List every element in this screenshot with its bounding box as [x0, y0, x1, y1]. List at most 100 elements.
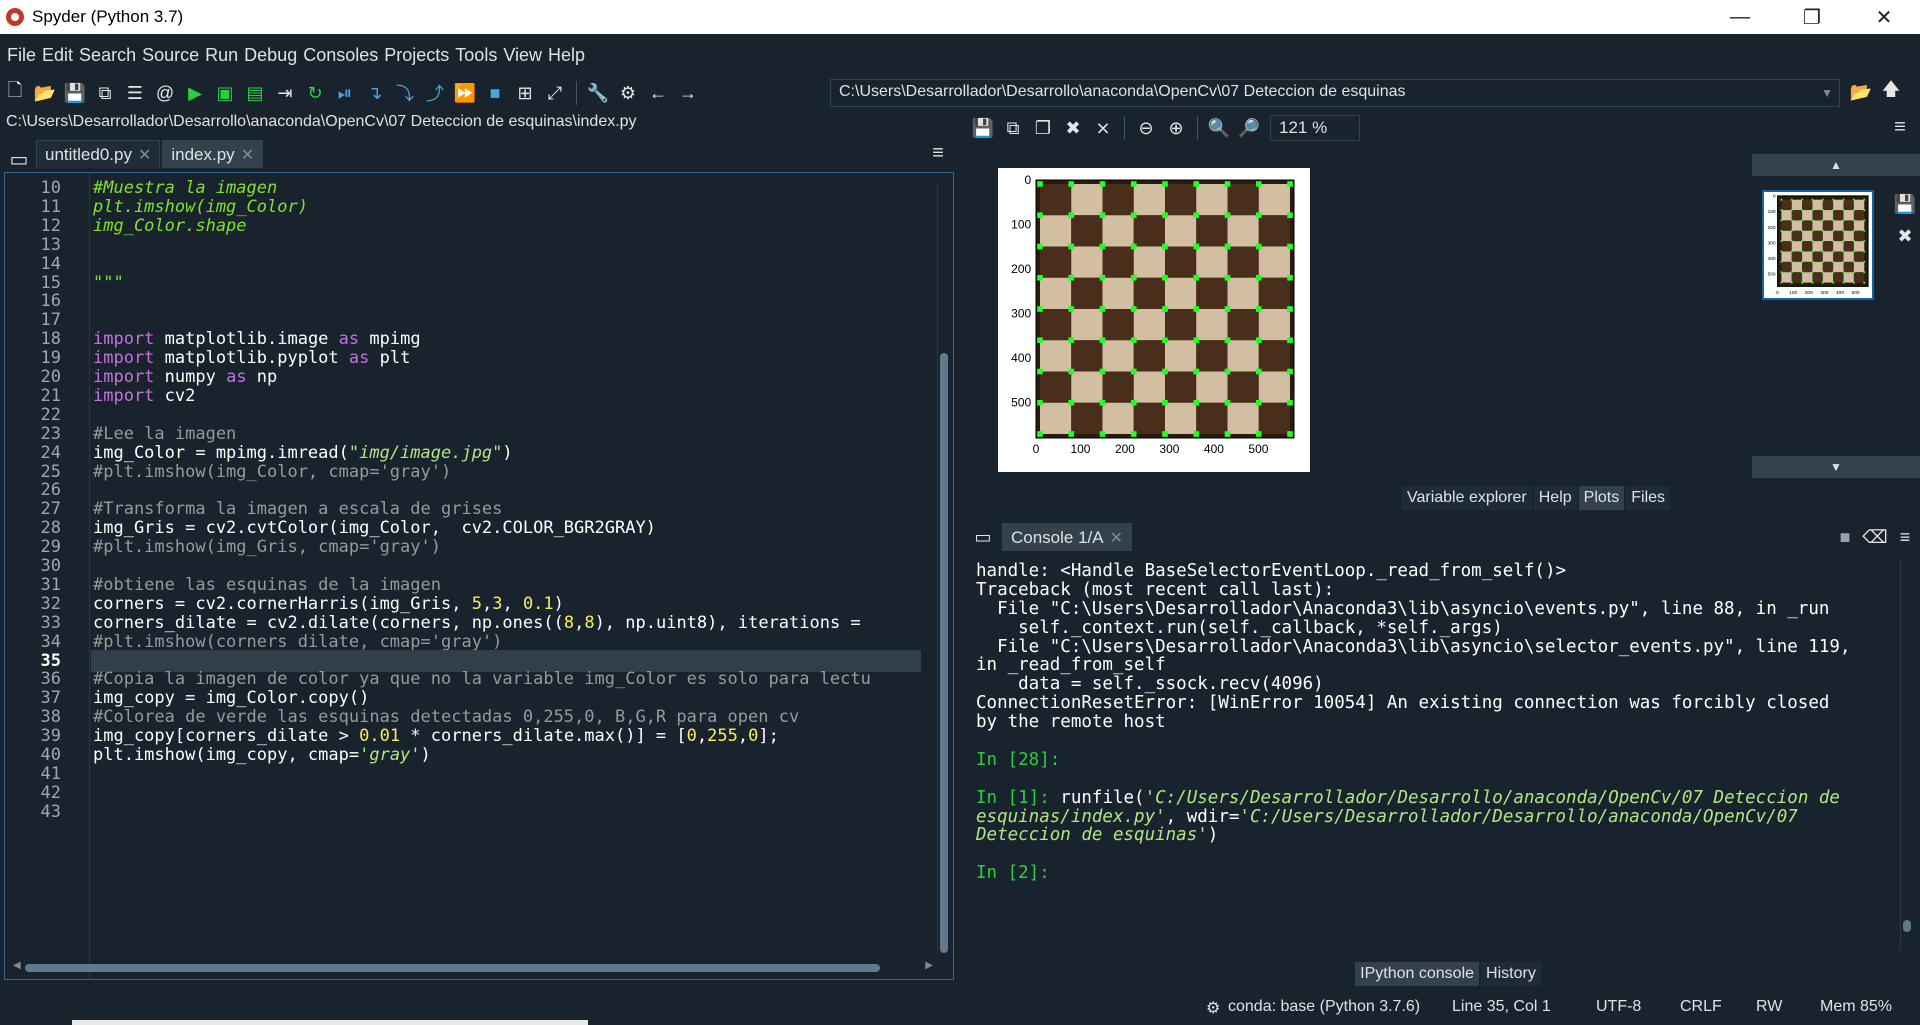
new-file-icon[interactable]: 🗋 — [0, 79, 30, 107]
scroll-down-icon[interactable]: ▼ — [1752, 456, 1920, 478]
run-cell-advance-icon[interactable]: ▤ — [240, 79, 270, 107]
save-all-icon[interactable]: ⧉ — [90, 79, 120, 107]
forward-icon[interactable]: → — [673, 79, 703, 107]
browse-tabs-icon[interactable]: ▭ — [968, 523, 998, 551]
editor-vertical-scrollbar[interactable] — [937, 183, 949, 953]
close-tab-icon[interactable]: ✕ — [138, 145, 151, 165]
code-line[interactable]: import cv2 — [93, 386, 195, 406]
save-thumbnail-icon[interactable]: 💾 — [1890, 190, 1920, 218]
code-line[interactable]: #Colorea de verde las esquinas detectada… — [93, 707, 799, 727]
menu-tools[interactable]: Tools — [455, 45, 497, 66]
previous-plot-icon[interactable]: ⊖ — [1131, 114, 1161, 142]
menu-projects[interactable]: Projects — [384, 45, 449, 66]
menu-source[interactable]: Source — [142, 45, 199, 66]
console-output[interactable]: handle: <Handle BaseSelectorEventLoop._r… — [976, 560, 1896, 950]
code-line[interactable]: img_Gris = cv2.cvtColor(img_Color, cv2.C… — [93, 518, 656, 538]
save-plot-icon[interactable]: 💾 — [968, 114, 998, 142]
browse-folder-icon[interactable]: 📂 — [1846, 78, 1876, 106]
code-editor[interactable]: 10 11 12 13 14 15 16 17 18 19 20 21 22 23 24 25 26 27 28 29… — [4, 172, 954, 980]
code-line[interactable]: img_copy[corners_dilate > 0.01 * corners… — [93, 726, 779, 746]
console-scrollbar[interactable] — [1900, 560, 1912, 950]
remove-plot-icon[interactable]: ✖ — [1058, 114, 1088, 142]
code-line[interactable]: plt.imshow(img_copy, cmap='gray') — [93, 745, 431, 765]
code-line[interactable]: img_Color.shape — [93, 216, 247, 236]
code-line[interactable]: plt.imshow(img_Color) — [93, 197, 308, 217]
zoom-out-icon[interactable]: 🔍 — [1204, 114, 1234, 142]
menu-consoles[interactable]: Consoles — [303, 45, 378, 66]
code-line[interactable]: #plt.imshow(img_Gris, cmap='gray') — [93, 537, 441, 557]
code-line[interactable]: img_Color = mpimg.imread("img/image.jpg"… — [93, 443, 513, 463]
close-tab-icon[interactable]: ✕ — [1110, 528, 1123, 548]
preferences-icon[interactable]: 🔧 — [583, 79, 613, 107]
remove-all-plots-icon[interactable]: ⨯ — [1088, 114, 1118, 142]
editor-horizontal-scrollbar[interactable]: ◀ ▶ — [13, 960, 933, 974]
clear-console-icon[interactable]: ⌫ — [1860, 523, 1890, 551]
minimize-button[interactable]: — — [1704, 0, 1776, 34]
tab-history[interactable]: History — [1481, 962, 1541, 986]
close-tab-icon[interactable]: ✕ — [241, 145, 254, 165]
menu-debug[interactable]: Debug — [244, 45, 297, 66]
run-cell-icon[interactable]: ▣ — [210, 79, 240, 107]
menu-view[interactable]: View — [503, 45, 542, 66]
tab-ipython-console[interactable]: IPython console — [1355, 962, 1480, 986]
menu-run[interactable]: Run — [205, 45, 238, 66]
editor-options-menu-icon[interactable]: ≡ — [924, 140, 952, 166]
code-line[interactable]: """ — [93, 273, 124, 293]
code-line[interactable]: img_copy = img_Color.copy() — [93, 688, 369, 708]
remove-thumbnail-icon[interactable]: ✖ — [1890, 222, 1920, 250]
copy-plot-icon[interactable]: ❐ — [1028, 114, 1058, 142]
tab-console-1a[interactable]: Console 1/A ✕ — [1002, 523, 1133, 551]
code-line[interactable]: corners_dilate = cv2.dilate(corners, np.… — [93, 613, 861, 633]
close-button[interactable]: ✕ — [1848, 0, 1920, 34]
maximize-button[interactable]: ❐ — [1776, 0, 1848, 34]
back-icon[interactable]: ← — [643, 79, 673, 107]
code-line[interactable]: #Lee la imagen — [93, 424, 236, 444]
zoom-level-field[interactable]: 121 % — [1270, 115, 1360, 141]
fullscreen-icon[interactable]: ⤢ — [540, 79, 570, 107]
step-return-icon[interactable]: ⤴ — [420, 79, 450, 107]
plot-thumbnail[interactable]: 0 0 100 100 200 200 300 300 400 400 500 500 — [1762, 190, 1874, 300]
menu-help[interactable]: Help — [548, 45, 585, 66]
code-line[interactable]: corners = cv2.cornerHarris(img_Gris, 5,3… — [93, 594, 564, 614]
run-selection-icon[interactable]: ⇥ — [270, 79, 300, 107]
step-into-icon[interactable]: ⤵ — [390, 79, 420, 107]
code-line[interactable]: #Transforma la imagen a escala de grises — [93, 499, 502, 519]
menu-edit[interactable]: Edit — [42, 45, 73, 66]
code-line[interactable]: import matplotlib.pyplot as plt — [93, 348, 410, 368]
code-line[interactable]: import numpy as np — [93, 367, 277, 387]
continue-icon[interactable]: ⏩ — [450, 79, 480, 107]
code-line[interactable]: #Muestra la imagen — [93, 178, 277, 198]
plots-options-menu-icon[interactable]: ≡ — [1886, 114, 1914, 140]
at-icon[interactable]: @ — [150, 79, 180, 107]
menu-file[interactable]: File — [7, 45, 36, 66]
save-all-plots-icon[interactable]: ⧉ — [998, 114, 1028, 142]
menu-search[interactable]: Search — [79, 45, 136, 66]
rerun-icon[interactable]: ↻ — [300, 79, 330, 107]
python-path-icon[interactable]: ⚙ — [613, 79, 643, 107]
zoom-in-icon[interactable]: 🔎 — [1234, 114, 1264, 142]
console-options-menu-icon[interactable]: ≡ — [1890, 523, 1920, 551]
tab-untitled0-py[interactable]: untitled0.py ✕ — [36, 140, 161, 168]
tab-index-py[interactable]: index.py ✕ — [162, 140, 264, 168]
debug-icon[interactable]: ⏯ — [330, 79, 360, 107]
working-directory-combo[interactable]: C:\Users\Desarrollador\Desarrollo\anacon… — [830, 79, 1840, 107]
run-icon[interactable]: ▶ — [180, 79, 210, 107]
interrupt-kernel-icon[interactable]: ■ — [1830, 523, 1860, 551]
tab-files[interactable]: Files — [1626, 486, 1671, 510]
open-file-icon[interactable]: 📂 — [30, 79, 60, 107]
code-line[interactable]: #plt.imshow(img_Color, cmap='gray') — [93, 462, 451, 482]
browse-tabs-icon[interactable]: ▭ — [4, 146, 34, 172]
tab-variable-explorer[interactable]: Variable explorer — [1401, 486, 1532, 510]
code-line[interactable]: import matplotlib.image as mpimg — [93, 329, 421, 349]
list-icon[interactable]: ☰ — [120, 79, 150, 107]
save-file-icon[interactable]: 💾 — [60, 79, 90, 107]
scroll-up-icon[interactable]: ▲ — [1752, 154, 1920, 176]
stop-debug-icon[interactable]: ■ — [480, 79, 510, 107]
code-line[interactable]: #obtiene las esquinas de la imagen — [93, 575, 441, 595]
parent-directory-icon[interactable]: 🡅 — [1876, 78, 1906, 106]
step-icon[interactable]: ↴ — [360, 79, 390, 107]
tab-help[interactable]: Help — [1533, 486, 1577, 510]
next-plot-icon[interactable]: ⊕ — [1161, 114, 1191, 142]
code-line[interactable]: #Copia la imagen de color ya que no la v… — [93, 669, 871, 689]
tab-plots[interactable]: Plots — [1578, 486, 1625, 510]
